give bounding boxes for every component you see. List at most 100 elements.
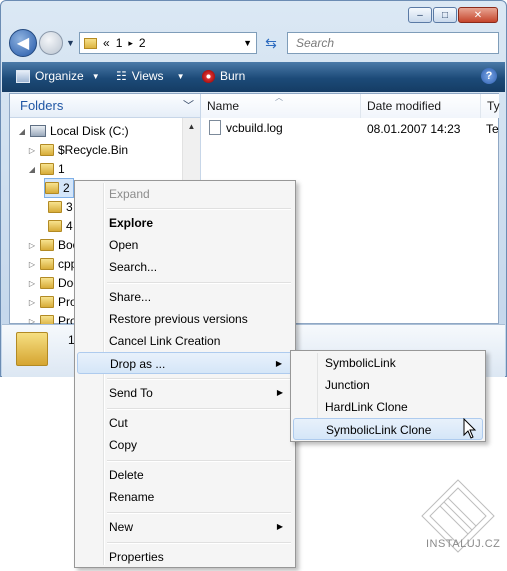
forward-button[interactable]	[39, 31, 63, 55]
menu-item-label: Send To	[109, 386, 153, 400]
views-menu-button[interactable]: ☷ Views ▼	[116, 69, 184, 83]
submenu-item-symboliclink[interactable]: SymbolicLink	[293, 352, 483, 374]
views-label: Views	[131, 69, 164, 83]
menu-item-label: Drop as ...	[110, 357, 166, 371]
menu-item-properties[interactable]: Properties	[77, 546, 293, 568]
folder-icon	[40, 144, 54, 156]
close-button[interactable]: ✕	[458, 7, 498, 23]
folders-pane-header[interactable]: Folders ﹀	[10, 94, 200, 118]
burn-button[interactable]: Burn	[202, 69, 245, 83]
expand-triangle-icon[interactable]: ▷	[28, 146, 36, 155]
minimize-button[interactable]: –	[408, 7, 432, 23]
folder-icon	[40, 296, 54, 308]
menu-item-share[interactable]: Share...	[77, 286, 293, 308]
menu-item-new[interactable]: New ▶	[77, 516, 293, 538]
recent-pages-dropdown-icon[interactable]: ▼	[66, 38, 75, 48]
text-file-icon	[209, 120, 221, 135]
collapse-triangle-icon[interactable]: ◢	[18, 127, 26, 136]
organize-icon	[16, 69, 30, 83]
menu-separator	[107, 282, 291, 284]
file-row[interactable]: vcbuild.log	[209, 120, 283, 135]
menu-item-expand[interactable]: Expand	[77, 183, 293, 205]
submenu-item-symboliclink-clone[interactable]: SymbolicLink Clone	[293, 418, 483, 440]
menu-separator	[107, 208, 291, 210]
menu-item-rename[interactable]: Rename	[77, 486, 293, 508]
submenu-arrow-icon: ▶	[276, 388, 283, 397]
expand-triangle-icon[interactable]: ▷	[28, 298, 36, 307]
sort-ascending-icon: ︿	[275, 93, 283, 102]
tree-item-3[interactable]: 3	[48, 198, 73, 216]
chevron-down-icon: ▼	[91, 71, 100, 81]
submenu-item-hardlink-clone[interactable]: HardLink Clone	[293, 396, 483, 418]
tree-item-cpp[interactable]: ▷ cpp	[28, 255, 77, 273]
tree-item-4[interactable]: 4	[48, 217, 73, 235]
tree-item-1[interactable]: ◢ 1	[28, 160, 65, 178]
breadcrumb-item-1[interactable]: 1	[116, 36, 123, 50]
tree-item-pro-1[interactable]: ▷ Pro	[28, 293, 77, 311]
address-bar[interactable]: « 1 ▸ 2 ▼	[79, 32, 257, 54]
tree-item-label: 2	[63, 181, 70, 195]
folder-icon	[45, 182, 59, 194]
menu-item-restore-previous-versions[interactable]: Restore previous versions	[77, 308, 293, 330]
maximize-button[interactable]: □	[433, 7, 457, 23]
tree-item-boo[interactable]: ▷ Boo	[28, 236, 79, 254]
search-input[interactable]: Search	[287, 32, 499, 54]
caption-buttons: – □ ✕	[408, 7, 498, 23]
drop-as-submenu: SymbolicLink Junction HardLink Clone Sym…	[290, 350, 486, 442]
back-button[interactable]: ◀	[9, 29, 37, 57]
column-header-date-modified[interactable]: Date modified	[361, 94, 481, 118]
tree-item-label: $Recycle.Bin	[58, 143, 129, 157]
menu-item-label: New	[109, 520, 134, 534]
tree-item-label: 3	[66, 200, 73, 214]
menu-item-drop-as[interactable]: Drop as ... ▶	[77, 352, 293, 374]
menu-item-delete[interactable]: Delete	[77, 464, 293, 486]
menu-item-send-to[interactable]: Send To ▶	[77, 382, 293, 404]
menu-item-copy[interactable]: Copy	[77, 434, 293, 456]
menu-separator	[107, 460, 291, 462]
large-folder-icon	[16, 332, 48, 366]
address-dropdown-icon[interactable]: ▼	[243, 38, 252, 48]
refresh-button[interactable]: ⇆	[259, 32, 283, 54]
organize-menu-button[interactable]: Organize ▼	[16, 69, 100, 83]
organize-label: Organize	[35, 69, 84, 83]
scroll-up-icon[interactable]: ▲	[183, 118, 200, 135]
file-name: vcbuild.log	[226, 120, 283, 135]
tree-item-doc[interactable]: ▷ Doc	[28, 274, 79, 292]
breadcrumb-separator-icon[interactable]: ▸	[128, 38, 133, 49]
expand-triangle-icon[interactable]: ▷	[28, 260, 36, 269]
breadcrumb-item-2[interactable]: 2	[139, 36, 146, 50]
folder-icon	[40, 163, 54, 175]
tree-item-2[interactable]: 2	[44, 178, 74, 198]
chevron-down-icon: ▼	[176, 71, 185, 81]
collapse-triangle-icon[interactable]: ◢	[28, 165, 36, 174]
tree-item-local-disk[interactable]: ◢ Local Disk (C:)	[18, 122, 129, 140]
help-button[interactable]: ?	[481, 68, 497, 84]
context-menu: Expand Explore Open Search... Share... R…	[74, 180, 296, 568]
burn-icon	[202, 69, 215, 83]
column-header-name[interactable]: Name ︿	[201, 93, 361, 118]
expand-triangle-icon[interactable]: ▷	[28, 241, 36, 250]
drive-icon	[30, 125, 46, 137]
column-header-label: Name	[207, 99, 240, 113]
mouse-pointer-icon	[463, 418, 477, 439]
menu-item-search[interactable]: Search...	[77, 256, 293, 278]
menu-item-open[interactable]: Open	[77, 234, 293, 256]
command-bar: Organize ▼ ☷ Views ▼ Burn ?	[2, 62, 505, 92]
menu-separator	[107, 512, 291, 514]
refresh-icon: ⇆	[265, 34, 277, 51]
user-folder-icon	[40, 277, 54, 289]
menu-item-cut[interactable]: Cut	[77, 412, 293, 434]
menu-item-cancel-link-creation[interactable]: Cancel Link Creation	[77, 330, 293, 352]
chevron-down-icon[interactable]: ﹀	[183, 94, 194, 118]
tree-item-label: Local Disk (C:)	[50, 124, 129, 138]
column-header-type[interactable]: Ty	[481, 94, 500, 118]
file-date-modified: 08.01.2007 14:23	[367, 122, 461, 136]
expand-triangle-icon[interactable]: ▷	[28, 279, 36, 288]
breadcrumb-overflow[interactable]: «	[103, 36, 110, 50]
menu-separator	[107, 378, 291, 380]
folder-icon	[48, 220, 62, 232]
submenu-item-junction[interactable]: Junction	[293, 374, 483, 396]
tree-item-recycle-bin[interactable]: ▷ $Recycle.Bin	[28, 141, 128, 159]
folder-icon	[40, 239, 54, 251]
menu-item-explore[interactable]: Explore	[77, 212, 293, 234]
